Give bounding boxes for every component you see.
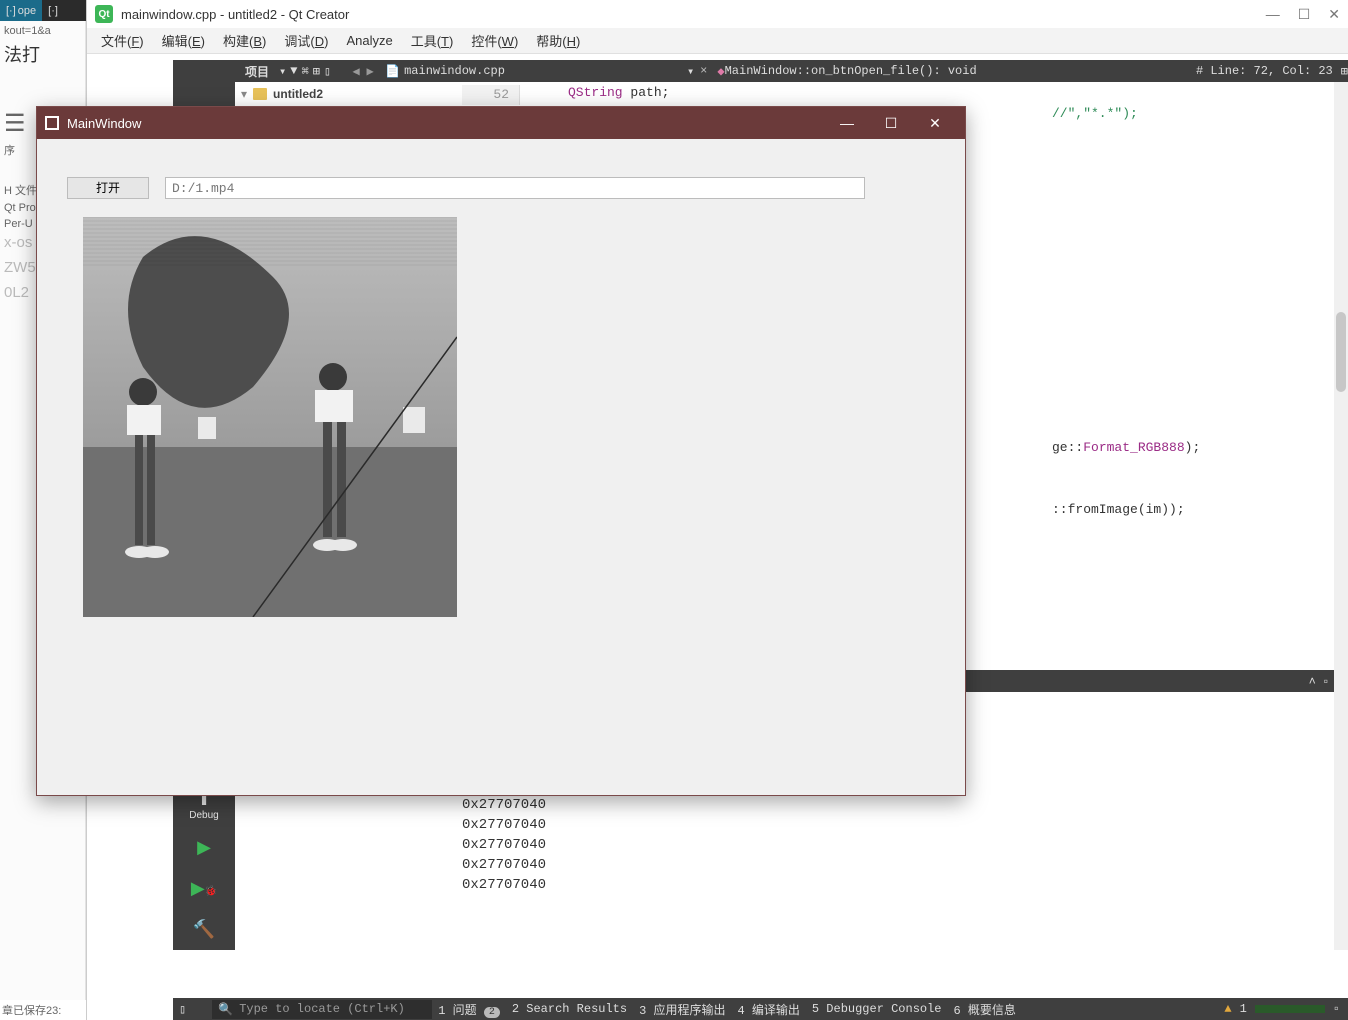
- debug-label: Debug: [189, 810, 218, 821]
- run-debug-button[interactable]: ▶🐞: [191, 868, 217, 909]
- output-line: 0x27707040: [462, 855, 1334, 875]
- sidebar-fragment: 法打: [4, 39, 81, 69]
- nav-fwd-button[interactable]: ▶: [363, 64, 377, 79]
- code-text: ::fromImage(im));: [1052, 502, 1185, 517]
- editor-scrollbar[interactable]: [1334, 82, 1348, 950]
- browser-status: 章已保存23:: [0, 1000, 86, 1020]
- warning-icon[interactable]: ▲: [1224, 1002, 1231, 1016]
- code-text: path;: [623, 85, 670, 100]
- nav-back-button[interactable]: ◀: [349, 64, 363, 79]
- code-type-token: QString: [568, 85, 623, 100]
- status-issues[interactable]: 1 问题 2: [432, 1001, 506, 1018]
- menu-help[interactable]: 帮助(H): [528, 28, 588, 53]
- qtc-close-button[interactable]: ✕: [1328, 6, 1340, 23]
- code-text: ge::: [1052, 440, 1083, 455]
- locator-placeholder: Type to locate (Ctrl+K): [239, 1002, 405, 1016]
- file-path-input[interactable]: [165, 177, 865, 199]
- open-file-chip[interactable]: 📄 mainwindow.cpp: [377, 64, 517, 79]
- qtc-maximize-button[interactable]: ☐: [1298, 6, 1311, 23]
- qtc-window-title: mainwindow.cpp - untitled2 - Qt Creator: [121, 7, 349, 22]
- app-maximize-button[interactable]: ☐: [869, 115, 913, 132]
- locator-input[interactable]: 🔍 Type to locate (Ctrl+K): [212, 1000, 432, 1019]
- menu-debug[interactable]: 调试(D): [276, 28, 336, 53]
- app-close-button[interactable]: ✕: [913, 115, 957, 132]
- link-icon[interactable]: ⌘: [301, 64, 308, 79]
- folder-icon: [253, 88, 267, 100]
- status-search[interactable]: 2 Search Results: [506, 1002, 633, 1016]
- status-app-output[interactable]: 3 应用程序输出: [633, 1001, 731, 1018]
- project-tree-root[interactable]: ▾ untitled2: [235, 82, 455, 106]
- menu-file[interactable]: 文件(F): [93, 28, 152, 53]
- build-progress: [1255, 1005, 1325, 1013]
- scrollbar-thumb[interactable]: [1336, 312, 1346, 392]
- symbol-combo[interactable]: MainWindow::on_btnOpen_file(): void: [725, 64, 977, 78]
- gutter-line-number: 52: [462, 85, 520, 105]
- symbol-icon: ◆: [717, 64, 724, 79]
- issues-count-badge: 2: [484, 1007, 500, 1018]
- qtc-navbar: 项目 ▾ ▼ ⌘ ⊞ ▯ ◀ ▶ 📄 mainwindow.cpp ▾ × ◆ …: [235, 60, 1348, 82]
- app-window-title: MainWindow: [67, 116, 141, 131]
- menu-widgets[interactable]: 控件(W): [463, 28, 526, 53]
- code-enum-token: Format_RGB888: [1083, 440, 1184, 455]
- application-output[interactable]: 0x27707040 0x27707040 0x27707040 0x27707…: [462, 795, 1334, 915]
- qtc-minimize-button[interactable]: —: [1266, 6, 1280, 23]
- collapse-icon[interactable]: ˄: [1309, 674, 1316, 688]
- dropdown-icon[interactable]: ▾: [279, 64, 286, 79]
- app-window-icon: [45, 116, 59, 130]
- open-file-button[interactable]: 打开: [67, 177, 149, 199]
- menu-edit[interactable]: 编辑(E): [154, 28, 213, 53]
- split-icon[interactable]: ▯: [324, 64, 331, 79]
- sidebar-fragment: kout=1&a: [4, 23, 81, 39]
- close-progress-icon[interactable]: ▫: [1333, 1002, 1340, 1016]
- run-button[interactable]: ▶: [197, 827, 211, 868]
- output-line: 0x27707040: [462, 815, 1334, 835]
- status-debugger[interactable]: 5 Debugger Console: [806, 1002, 948, 1016]
- app-titlebar[interactable]: MainWindow — ☐ ✕: [37, 107, 965, 139]
- cpp-file-icon: 📄: [385, 64, 400, 79]
- project-root-label: untitled2: [273, 87, 323, 101]
- close-file-button[interactable]: ×: [700, 64, 707, 78]
- build-button[interactable]: 🔨: [193, 909, 215, 950]
- code-string-token: //","*.*");: [1052, 106, 1138, 121]
- qtc-window-titlebar[interactable]: Qt mainwindow.cpp - untitled2 - Qt Creat…: [87, 0, 1348, 28]
- browser-tab-1[interactable]: [·] ope: [0, 0, 42, 21]
- output-line: 0x27707040: [462, 795, 1334, 815]
- output-line: 0x27707040: [462, 835, 1334, 855]
- browser-tab-1-label: ope: [18, 5, 36, 17]
- menu-tools[interactable]: 工具(T): [403, 28, 462, 53]
- split-editor-icon[interactable]: ⊞: [1341, 64, 1348, 79]
- status-compile[interactable]: 4 编译输出: [731, 1001, 805, 1018]
- status-general[interactable]: 6 概要信息: [948, 1001, 1022, 1018]
- warning-count: 1: [1240, 1002, 1247, 1016]
- video-display: [83, 217, 457, 617]
- filter-icon[interactable]: ▼: [290, 64, 297, 79]
- close-pane-icon[interactable]: ▫: [1324, 674, 1328, 688]
- app-minimize-button[interactable]: —: [825, 115, 869, 132]
- browser-tab-2[interactable]: [·]: [42, 0, 64, 21]
- line-col-indicator[interactable]: # Line: 72, Col: 23: [1188, 64, 1341, 78]
- add-icon[interactable]: ⊞: [313, 64, 320, 79]
- tree-expand-icon[interactable]: ▾: [241, 87, 247, 101]
- qtc-statusbar: ▯ 🔍 Type to locate (Ctrl+K) 1 问题 2 2 Sea…: [173, 998, 1348, 1020]
- pane-toggle-icon[interactable]: ▯: [173, 1002, 192, 1017]
- running-app-window[interactable]: MainWindow — ☐ ✕ 打开: [36, 106, 966, 796]
- qtc-logo-icon: Qt: [95, 5, 113, 23]
- open-file-name: mainwindow.cpp: [404, 64, 505, 78]
- menu-analyze[interactable]: Analyze: [338, 30, 400, 51]
- project-pane-label[interactable]: 项目: [235, 63, 279, 80]
- output-line: 0x27707040: [462, 875, 1334, 895]
- qtc-menubar: 文件(F) 编辑(E) 构建(B) 调试(D) Analyze 工具(T) 控件…: [87, 28, 1348, 54]
- code-text: );: [1185, 440, 1201, 455]
- menu-build[interactable]: 构建(B): [215, 28, 274, 53]
- search-icon: 🔍: [218, 1002, 233, 1017]
